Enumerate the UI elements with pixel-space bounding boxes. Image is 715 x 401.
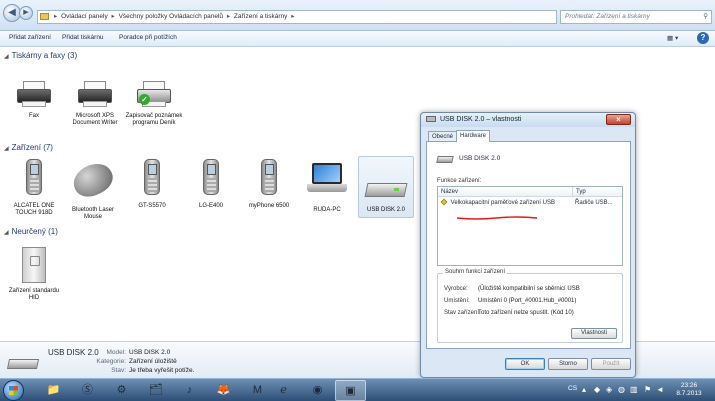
address-bar: ◀ ▶ ▸ Ovládací panely ▸ Všechny položky … (0, 0, 715, 31)
ie-icon[interactable]: ℯ (268, 380, 299, 401)
group-header-devices[interactable]: ◢ Zařízení (7) (4, 143, 53, 152)
folder-icon (40, 13, 49, 20)
device-lg-e400[interactable]: LG-E400 (182, 159, 240, 210)
details-category: Zařízení úložiště (129, 358, 177, 365)
mouse-icon (68, 157, 118, 203)
cancel-button[interactable]: Storno (548, 358, 588, 370)
device-journal-writer[interactable]: ✓ Zapisovač poznámek programu Deník (125, 81, 183, 127)
collapse-icon: ◢ (4, 146, 9, 152)
default-check-icon: ✓ (139, 94, 150, 105)
hardware-page: USB DISK 2.0 Funkce zařízení: Název Typ … (426, 141, 631, 349)
manufacturer-value: (Ūložiště kompatibilní se sběrnicí USB (478, 286, 580, 292)
functions-summary: Souhrn funkcí zařízení Výrobce: (Ūložišt… (437, 269, 623, 343)
dialog-titlebar[interactable]: USB DISK 2.0 – vlastnosti (421, 113, 635, 127)
device-status-value: Toto zařízení nelze spustit. (Kód 10) (478, 310, 574, 316)
list-header: Název Typ (438, 187, 622, 197)
app-icon[interactable]: ◉ (302, 380, 333, 401)
device-ruda-pc[interactable]: RUDA-PC (298, 159, 356, 214)
volume-icon[interactable]: ◄ (656, 385, 664, 394)
group-header-unspecified[interactable]: ◢ Neurčený (1) (4, 227, 58, 236)
phone-icon (26, 159, 42, 195)
crumb-all-items[interactable]: Všechny položky Ovládacích panelů (119, 13, 223, 20)
breadcrumb[interactable]: ▸ Ovládací panely ▸ Všechny položky Ovlá… (37, 10, 557, 24)
fax-icon (17, 81, 51, 107)
taskbar: 📁 Ⓢ ⚙ 🗂 ♪ 🦊 M ℯ ◉ ▣ CS ▴ ◆ ◈ ◍ ▥ ⚑ ◄ 23:… (0, 378, 715, 401)
location-value: Umístění 0 (Port_#0001.Hub_#0001) (478, 298, 577, 304)
search-input[interactable]: Prohledat: Zařízení a tiskárny ⚲ (560, 10, 712, 24)
device-gt-s5570[interactable]: GT-S5570 (123, 159, 181, 210)
crumb-control-panel[interactable]: Ovládací panely (61, 13, 108, 20)
usb-drive-icon (426, 116, 436, 122)
device-hid[interactable]: Zařízení standardu HID (5, 247, 63, 302)
device-xps-writer[interactable]: Microsoft XPS Document Writer (66, 81, 124, 127)
tray-icon[interactable]: ◈ (606, 385, 612, 394)
details-status: Je třeba vyřešit potíže. (129, 367, 195, 374)
device-name: USB DISK 2.0 (459, 155, 501, 162)
tray-icon[interactable]: ◆ (594, 385, 600, 394)
usb-drive-icon (364, 179, 408, 199)
troubleshooter-button[interactable]: Poradce při potížích (119, 34, 177, 41)
flag-icon[interactable]: ⚑ (644, 385, 651, 394)
close-button[interactable]: × (606, 114, 631, 125)
red-underline-annotation (456, 216, 538, 220)
search-icon: ⚲ (703, 13, 708, 20)
phone-icon (144, 159, 160, 195)
device-functions-list[interactable]: Název Typ Velkokapacitní paměťové zaříze… (437, 186, 623, 266)
command-bar: Přidat zařízení Přidat tiskárnu Poradce … (0, 31, 715, 47)
firefox-icon[interactable]: 🦊 (208, 380, 239, 401)
control-panel-icon[interactable]: ▣ (335, 380, 366, 401)
usb-drive-icon (6, 355, 40, 373)
device-alcatel[interactable]: ALCATEL ONE TOUCH 918D (5, 159, 63, 217)
usb-drive-icon (436, 156, 454, 164)
properties-button[interactable]: Vlastnosti (571, 328, 617, 339)
device-bt-mouse[interactable]: Bluetooth Laser Mouse (64, 157, 122, 221)
folder-icon[interactable]: 🗂 (140, 380, 171, 401)
apply-button[interactable]: Použít (591, 358, 631, 370)
add-device-button[interactable]: Přidat zařízení (9, 34, 51, 41)
details-model: USB DISK 2.0 (129, 349, 171, 356)
skype-icon[interactable]: Ⓢ (72, 380, 103, 401)
tab-hardware[interactable]: Hardware (456, 130, 491, 142)
warning-icon (440, 198, 448, 206)
printer-icon (78, 81, 112, 107)
media-icon[interactable]: ♪ (174, 380, 205, 401)
device-usb-disk[interactable]: USB DISK 2.0 (358, 156, 414, 218)
collapse-icon: ◢ (4, 54, 9, 60)
add-printer-button[interactable]: Přidat tiskárnu (62, 34, 104, 41)
laptop-icon (307, 163, 347, 195)
dialog-title: USB DISK 2.0 – vlastnosti (440, 116, 522, 123)
forward-button[interactable]: ▶ (19, 6, 33, 20)
start-button[interactable] (3, 380, 24, 401)
device-fax[interactable]: Fax (5, 81, 63, 120)
tray-arrow-icon[interactable]: ▴ (582, 385, 586, 394)
crumb-devices-printers[interactable]: Zařízení a tiskárny (234, 13, 287, 20)
hid-device-icon (22, 247, 46, 283)
view-options-icon[interactable]: ▦ ▾ (667, 34, 683, 44)
clock[interactable]: 23:26 8.7.2013 (672, 382, 706, 398)
printer-icon: ✓ (137, 81, 171, 107)
phone-icon (203, 159, 219, 195)
phone-icon (261, 159, 277, 195)
collapse-icon: ◢ (4, 230, 9, 236)
column-name[interactable]: Název (441, 187, 458, 197)
functions-label: Funkce zařízení: (437, 178, 482, 184)
help-icon[interactable]: ? (697, 32, 709, 44)
ok-button[interactable]: OK (505, 358, 545, 370)
group-header-printers[interactable]: ◢ Tiskárny a faxy (3) (4, 51, 77, 60)
explorer-icon[interactable]: 📁 (38, 380, 69, 401)
app-icon[interactable]: ⚙ (106, 380, 137, 401)
column-type[interactable]: Typ (572, 187, 586, 197)
list-item[interactable]: Velkokapacitní paměťové zařízení USB Řad… (438, 198, 622, 208)
tray-icon[interactable]: ◍ (618, 385, 625, 394)
language-indicator[interactable]: CS (568, 385, 577, 392)
network-icon[interactable]: ▥ (630, 385, 638, 394)
device-myphone[interactable]: myPhone 6500 (240, 159, 298, 210)
properties-dialog: USB DISK 2.0 – vlastnosti × Obecné Hardw… (420, 112, 636, 378)
